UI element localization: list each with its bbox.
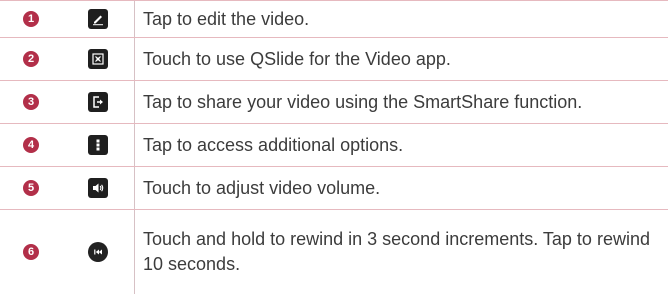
step-number-badge: 1 [23, 11, 39, 27]
description-text: Touch and hold to rewind in 3 second inc… [134, 210, 668, 294]
table-row: 2 Touch to use QSlide for the Video app. [0, 38, 668, 81]
table-row: 3 Tap to share your video using the Smar… [0, 81, 668, 124]
description-text: Tap to edit the video. [134, 1, 668, 37]
icon-description-table: 1 Tap to edit the video. 2 Touch to use … [0, 0, 668, 294]
pencil-edit-icon [88, 9, 108, 29]
volume-icon [88, 178, 108, 198]
table-row: 4 Tap to access additional options. [0, 124, 668, 167]
description-text: Tap to share your video using the SmartS… [134, 81, 668, 123]
table-row: 6 Touch and hold to rewind in 3 second i… [0, 210, 668, 294]
description-text: Tap to access additional options. [134, 124, 668, 166]
more-options-icon [88, 135, 108, 155]
rewind-icon [88, 242, 108, 262]
step-number-badge: 3 [23, 94, 39, 110]
description-text: Touch to use QSlide for the Video app. [134, 38, 668, 80]
table-row: 1 Tap to edit the video. [0, 1, 668, 38]
step-number-badge: 6 [23, 244, 39, 260]
share-icon [88, 92, 108, 112]
table-row: 5 Touch to adjust video volume. [0, 167, 668, 210]
qslide-icon [88, 49, 108, 69]
step-number-badge: 4 [23, 137, 39, 153]
description-text: Touch to adjust video volume. [134, 167, 668, 209]
step-number-badge: 2 [23, 51, 39, 67]
step-number-badge: 5 [23, 180, 39, 196]
